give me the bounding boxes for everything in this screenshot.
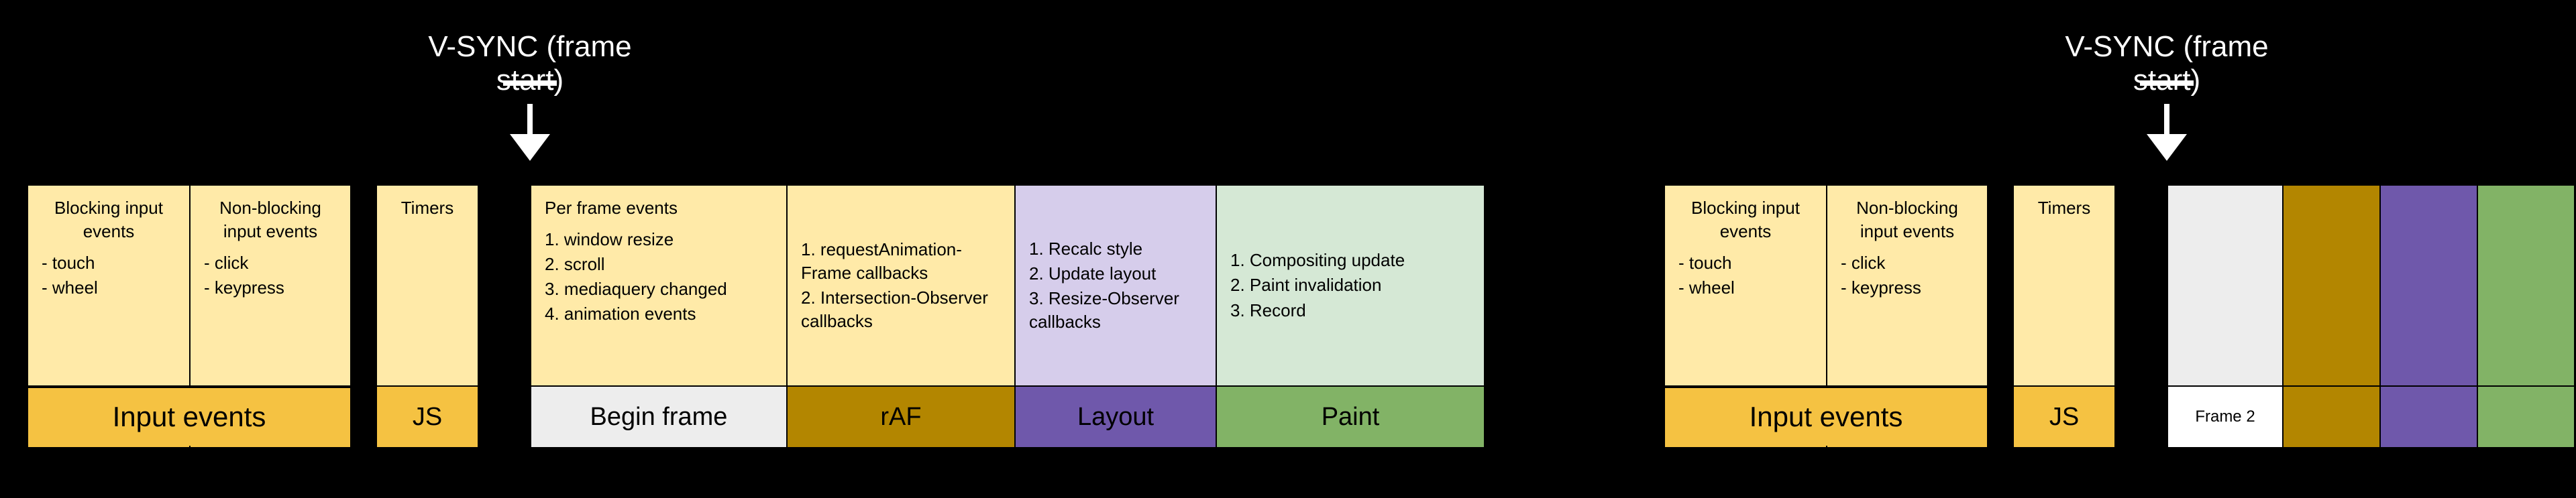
input-events-label-2: Input events	[1665, 387, 1987, 446]
timers-cell-2: Timers	[2014, 186, 2114, 387]
begin-frame-item: 3. mediaquery changed	[545, 277, 773, 301]
layout-item: 3. Resize-Observer callbacks	[1029, 287, 1202, 334]
mini-begin-frame-column: Frame 2	[2168, 186, 2282, 447]
raf-item: 2. Intersection-Observer callbacks	[801, 286, 1001, 333]
mini-layout-cell	[2381, 186, 2477, 387]
timers-heading: Timers	[390, 196, 464, 220]
mini-begin-frame-cell	[2168, 186, 2282, 387]
raf-column: 1. requestAnimation-Frame callbacks 2. I…	[786, 186, 1014, 447]
nonblocking-item: - click	[204, 251, 337, 275]
timers-cluster-2: Timers JS	[2012, 184, 2116, 448]
paint-cell: 1. Compositing update 2. Paint invalidat…	[1217, 186, 1484, 387]
blocking-heading-2: Blocking input events	[1678, 196, 1813, 243]
mini-raf-cell	[2284, 186, 2379, 387]
nonblocking-heading-2: Non-blocking input events	[1841, 196, 1974, 243]
layout-label: Layout	[1016, 387, 1216, 447]
mini-frame2-label: Frame 2	[2168, 387, 2282, 447]
layout-item: 1. Recalc style	[1029, 237, 1202, 261]
vsync-tick-left	[503, 80, 557, 86]
vsync-stem-left	[527, 104, 533, 135]
paint-item: 1. Compositing update	[1230, 249, 1470, 272]
timers-column: Timers JS	[377, 186, 478, 447]
input-events-label: Input events	[28, 387, 350, 446]
mini-raf-column	[2282, 186, 2379, 447]
vsync-stem-right	[2164, 104, 2169, 135]
vsync-arrowhead-left	[510, 134, 550, 161]
nonblocking-heading: Non-blocking input events	[204, 196, 337, 243]
vsync-label-left: V-SYNC (frame start)	[396, 30, 664, 97]
paint-list: 1. Compositing update 2. Paint invalidat…	[1230, 247, 1470, 323]
vsync-tick-right	[2140, 80, 2194, 86]
paint-item: 3. Record	[1230, 299, 1470, 322]
blocking-list-2: - touch - wheel	[1678, 250, 1813, 301]
blocking-item: - wheel	[42, 276, 176, 300]
nonblocking-input-cell: Non-blocking input events - click - keyp…	[191, 186, 350, 387]
paint-column: 1. Compositing update 2. Paint invalidat…	[1216, 186, 1484, 447]
blocking-heading: Blocking input events	[42, 196, 176, 243]
timers-label: JS	[377, 387, 478, 447]
layout-cell: 1. Recalc style 2. Update layout 3. Resi…	[1016, 186, 1216, 387]
begin-frame-item: 2. scroll	[545, 253, 773, 276]
blocking-item: - touch	[1678, 251, 1813, 275]
begin-frame-cell: Per frame events 1. window resize 2. scr…	[531, 186, 786, 387]
mini-paint-column	[2477, 186, 2574, 447]
begin-frame-item: 1. window resize	[545, 228, 773, 251]
diagram-stage: Blocking input events - touch - wheel No…	[0, 0, 2576, 498]
blocking-list: - touch - wheel	[42, 250, 176, 301]
begin-frame-item: 4. animation events	[545, 302, 773, 326]
raf-label: rAF	[788, 387, 1014, 447]
nonblocking-item: - click	[1841, 251, 1974, 275]
raf-cell: 1. requestAnimation-Frame callbacks 2. I…	[788, 186, 1014, 387]
timers-cell: Timers	[377, 186, 478, 387]
mini-layout-label	[2381, 387, 2477, 447]
mini-layout-column	[2379, 186, 2477, 447]
nonblocking-list: - click - keypress	[204, 250, 337, 301]
mini-pipeline-cluster: Frame 2	[2167, 184, 2575, 448]
timers-column-2: Timers JS	[2014, 186, 2114, 447]
mini-raf-label	[2284, 387, 2379, 447]
nonblocking-list-2: - click - keypress	[1841, 250, 1974, 301]
nonblocking-item: - keypress	[1841, 276, 1974, 300]
layout-list: 1. Recalc style 2. Update layout 3. Resi…	[1029, 236, 1202, 335]
begin-frame-heading: Per frame events	[545, 196, 773, 220]
timers-cluster: Timers JS	[376, 184, 479, 448]
nonblocking-input-cell-2: Non-blocking input events - click - keyp…	[1827, 186, 1987, 387]
begin-frame-list: 1. window resize 2. scroll 3. mediaquery…	[545, 227, 773, 327]
blocking-input-cell: Blocking input events - touch - wheel	[28, 186, 189, 387]
raf-list: 1. requestAnimation-Frame callbacks 2. I…	[801, 237, 1001, 334]
blocking-item: - touch	[42, 251, 176, 275]
blocking-item: - wheel	[1678, 276, 1813, 300]
mini-paint-label	[2478, 387, 2574, 447]
paint-label: Paint	[1217, 387, 1484, 447]
layout-column: 1. Recalc style 2. Update layout 3. Resi…	[1014, 186, 1216, 447]
vsync-label-right: V-SYNC (frame start)	[2033, 30, 2301, 97]
timers-label-2: JS	[2014, 387, 2114, 447]
frame-pipeline-cluster: Per frame events 1. window resize 2. scr…	[530, 184, 1485, 448]
vsync-arrowhead-right	[2147, 134, 2187, 161]
timers-heading-2: Timers	[2027, 196, 2101, 220]
layout-item: 2. Update layout	[1029, 262, 1202, 286]
raf-item: 1. requestAnimation-Frame callbacks	[801, 238, 1001, 285]
paint-item: 2. Paint invalidation	[1230, 273, 1470, 297]
begin-frame-column: Per frame events 1. window resize 2. scr…	[531, 186, 786, 447]
mini-paint-cell	[2478, 186, 2574, 387]
blocking-input-cell-2: Blocking input events - touch - wheel	[1665, 186, 1826, 387]
nonblocking-item: - keypress	[204, 276, 337, 300]
begin-frame-label: Begin frame	[531, 387, 786, 447]
